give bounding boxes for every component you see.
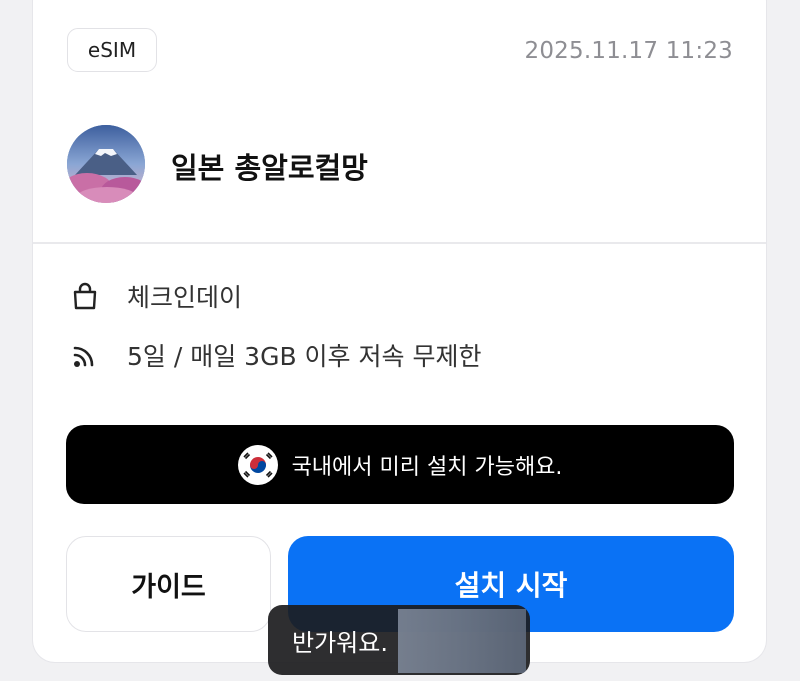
destination-avatar xyxy=(67,125,145,203)
detail-text: 체크인데이 xyxy=(127,283,243,312)
section-divider xyxy=(33,242,766,244)
shopping-bag-icon xyxy=(67,278,103,314)
product-name: 일본 총알로컬망 xyxy=(171,151,368,185)
toast-message: 반가워요. xyxy=(268,605,530,675)
banner-text: 국내에서 미리 설치 가능해요. xyxy=(291,454,563,480)
korea-flag-icon xyxy=(237,444,278,485)
toast-text: 반가워요. xyxy=(292,628,388,657)
mount-fuji-image xyxy=(67,125,145,203)
purchase-timestamp: 2025.11.17 11:23 xyxy=(524,38,733,64)
detail-text: 5일 / 매일 3GB 이후 저속 무제한 xyxy=(127,342,482,371)
domestic-install-banner: 국내에서 미리 설치 가능해요. xyxy=(66,425,734,504)
detail-row-data: 5일 / 매일 3GB 이후 저속 무제한 xyxy=(67,337,481,373)
guide-button[interactable]: 가이드 xyxy=(66,536,271,632)
redacted-region xyxy=(398,609,526,673)
signal-icon xyxy=(67,337,103,373)
esim-badge: eSIM xyxy=(67,28,157,72)
esim-card: eSIM 2025.11.17 11:23 일본 총알로컬망 체크인데이 5일 … xyxy=(33,0,766,662)
detail-row-plan: 체크인데이 xyxy=(67,278,242,314)
